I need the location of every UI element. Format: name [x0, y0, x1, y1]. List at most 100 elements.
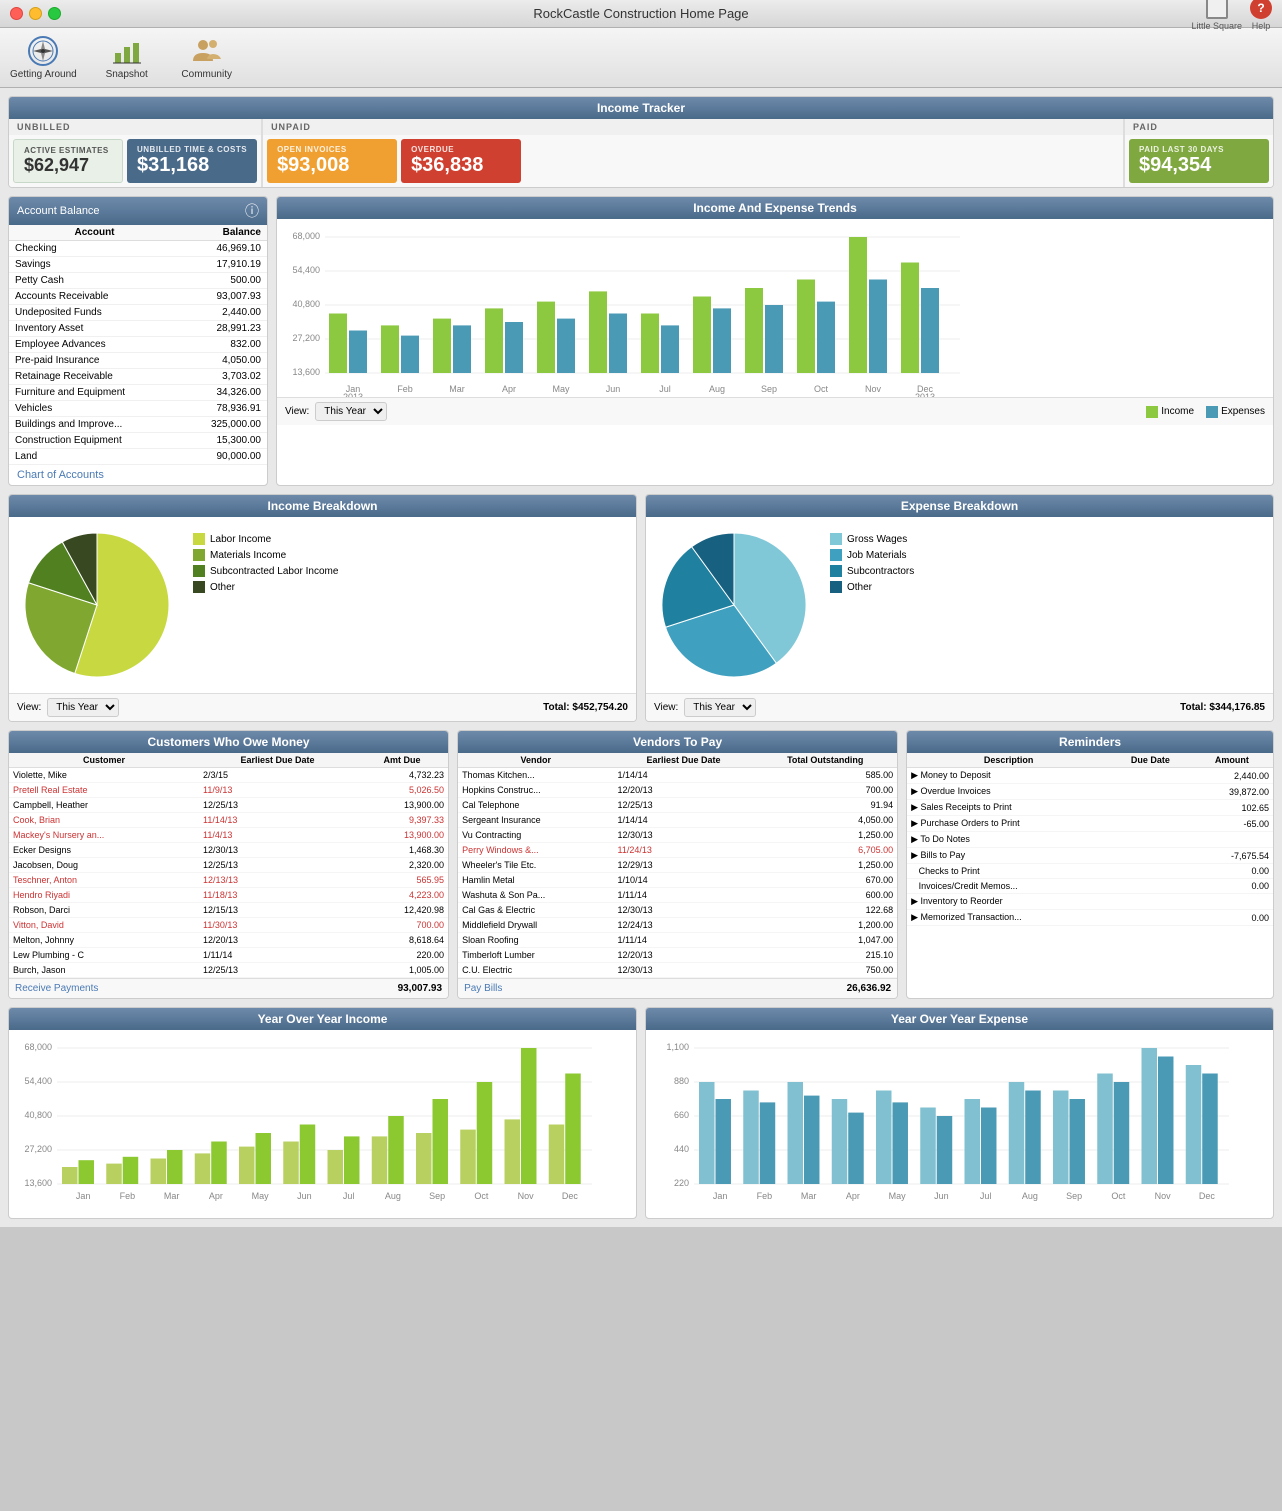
table-row[interactable]: Pretell Real Estate11/9/135,026.50 — [9, 783, 448, 798]
table-row[interactable]: Employee Advances832.00 — [9, 337, 267, 353]
customer-name: Violette, Mike — [9, 768, 199, 783]
table-row[interactable]: Robson, Darci12/15/1312,420.98 — [9, 903, 448, 918]
table-row[interactable]: Melton, Johnny12/20/138,618.64 — [9, 933, 448, 948]
minimize-button[interactable] — [29, 7, 42, 20]
overdue-card[interactable]: OVERDUE $36,838 — [401, 139, 521, 183]
table-row[interactable]: Furniture and Equipment34,326.00 — [9, 385, 267, 401]
vendor-date: 12/29/13 — [614, 858, 754, 873]
table-row[interactable]: Hendro Riyadi11/18/134,223.00 — [9, 888, 448, 903]
table-row[interactable]: Sergeant Insurance1/14/144,050.00 — [458, 813, 897, 828]
account-balance: 3,703.02 — [180, 369, 267, 385]
table-row[interactable]: Undeposited Funds2,440.00 — [9, 305, 267, 321]
table-row[interactable]: Hamlin Metal1/10/14670.00 — [458, 873, 897, 888]
customer-date: 12/15/13 — [199, 903, 356, 918]
table-row[interactable]: C.U. Electric12/30/13750.00 — [458, 963, 897, 978]
table-row[interactable]: Petty Cash500.00 — [9, 273, 267, 289]
trends-view-select[interactable]: This Year Last Year — [315, 402, 387, 421]
customer-date: 1/11/14 — [199, 948, 356, 963]
getting-around-button[interactable]: Getting Around — [10, 35, 77, 80]
legend-entry: Subcontracted Labor Income — [193, 565, 620, 577]
reminder-desc: ▶ Bills to Pay — [907, 848, 1110, 864]
trends-footer: View: This Year Last Year Income Expense… — [277, 397, 1273, 425]
table-row[interactable]: Washuta & Son Pa...1/11/14600.00 — [458, 888, 897, 903]
customers-header: Customers Who Owe Money — [9, 731, 448, 753]
bar-prev — [549, 1125, 564, 1185]
table-row[interactable]: Vitton, David11/30/13700.00 — [9, 918, 448, 933]
paid-last-card[interactable]: PAID LAST 30 DAYS $94,354 — [1129, 139, 1269, 183]
year-income-header: Year Over Year Income — [9, 1008, 636, 1030]
bar-prev — [372, 1136, 387, 1184]
community-button[interactable]: Community — [177, 35, 237, 80]
balance-col-header: Balance — [180, 225, 267, 241]
table-row[interactable]: Timberloft Lumber12/20/13215.10 — [458, 948, 897, 963]
overdue-label: OVERDUE — [411, 145, 511, 154]
table-row[interactable]: Lew Plumbing - C1/11/14220.00 — [9, 948, 448, 963]
legend-entry: Labor Income — [193, 533, 620, 545]
table-row[interactable]: Pre-paid Insurance4,050.00 — [9, 353, 267, 369]
little-square-button[interactable]: Little Square — [1191, 0, 1242, 31]
year-charts-row: Year Over Year Income 68,000 54,400 40,8… — [8, 1007, 1274, 1219]
income-view-select[interactable]: This Year — [47, 698, 119, 717]
receive-payments-link[interactable]: Receive Payments — [15, 983, 98, 994]
bar-curr — [255, 1133, 270, 1184]
table-row[interactable]: Inventory Asset28,991.23 — [9, 321, 267, 337]
unbilled-costs-card[interactable]: UNBILLED TIME & COSTS $31,168 — [127, 139, 257, 183]
customers-panel: Customers Who Owe Money Customer Earlies… — [8, 730, 449, 999]
table-row[interactable]: Teschner, Anton12/13/13565.95 — [9, 873, 448, 888]
table-row[interactable]: Cal Gas & Electric12/30/13122.68 — [458, 903, 897, 918]
open-invoices-card[interactable]: OPEN INVOICES $93,008 — [267, 139, 397, 183]
zoom-button[interactable] — [48, 7, 61, 20]
income-tracker-header: Income Tracker — [9, 97, 1273, 119]
table-row[interactable]: Thomas Kitchen...1/14/14585.00 — [458, 768, 897, 783]
table-row[interactable]: Construction Equipment15,300.00 — [9, 433, 267, 449]
close-button[interactable] — [10, 7, 23, 20]
svg-text:Oct: Oct — [814, 384, 829, 394]
year-income-svg: 68,000 54,400 40,800 27,200 13,600 JanFe… — [17, 1038, 597, 1208]
unbilled-costs-label: UNBILLED TIME & COSTS — [137, 145, 247, 154]
customer-amount: 9,397.33 — [356, 813, 448, 828]
vendor-name: Timberloft Lumber — [458, 948, 613, 963]
table-row[interactable]: Savings17,910.19 — [9, 257, 267, 273]
table-row[interactable]: Ecker Designs12/30/131,468.30 — [9, 843, 448, 858]
expenses-legend: Expenses — [1206, 406, 1265, 418]
legend-label: Subcontracted Labor Income — [210, 566, 338, 577]
table-row[interactable]: Vehicles78,936.91 — [9, 401, 267, 417]
table-row[interactable]: Perry Windows &...11/24/136,705.00 — [458, 843, 897, 858]
snapshot-button[interactable]: Snapshot — [97, 35, 157, 80]
vendor-date: 12/30/13 — [614, 903, 754, 918]
expense-breakdown-footer: View: This Year Total: $344,176.85 — [646, 693, 1273, 721]
chart-of-accounts-link[interactable]: Chart of Accounts — [9, 465, 267, 485]
customer-amount: 220.00 — [356, 948, 448, 963]
reminder-date — [1110, 894, 1191, 910]
bar-prev — [416, 1133, 431, 1184]
bar-prev — [1186, 1065, 1201, 1184]
table-row[interactable]: Violette, Mike2/3/154,732.23 — [9, 768, 448, 783]
help-button[interactable]: ? Help — [1250, 0, 1272, 31]
table-row[interactable]: Vu Contracting12/30/131,250.00 — [458, 828, 897, 843]
table-row[interactable]: Jacobsen, Doug12/25/132,320.00 — [9, 858, 448, 873]
pay-bills-link[interactable]: Pay Bills — [464, 983, 502, 994]
table-row[interactable]: Buildings and Improve...325,000.00 — [9, 417, 267, 433]
table-row[interactable]: Hopkins Construc...12/20/13700.00 — [458, 783, 897, 798]
paid-last-label: PAID LAST 30 DAYS — [1139, 145, 1259, 154]
table-row[interactable]: Burch, Jason12/25/131,005.00 — [9, 963, 448, 978]
vendor-amt-col: Total Outstanding — [753, 753, 897, 768]
income-tracker: Income Tracker UNBILLED ACTIVE ESTIMATES… — [8, 96, 1274, 188]
table-row[interactable]: Wheeler's Tile Etc.12/29/131,250.00 — [458, 858, 897, 873]
expense-view-select[interactable]: This Year — [684, 698, 756, 717]
table-row[interactable]: Mackey's Nursery an...11/4/1313,900.00 — [9, 828, 448, 843]
table-row[interactable]: Sloan Roofing1/11/141,047.00 — [458, 933, 897, 948]
table-row[interactable]: Land90,000.00 — [9, 449, 267, 465]
info-icon[interactable]: ⓘ — [245, 201, 259, 221]
table-row[interactable]: Cook, Brian11/14/139,397.33 — [9, 813, 448, 828]
legend-color-box — [830, 533, 842, 545]
table-row[interactable]: Campbell, Heather12/25/1313,900.00 — [9, 798, 448, 813]
bar-prev — [505, 1119, 520, 1184]
table-row[interactable]: Checking46,969.10 — [9, 241, 267, 257]
table-row[interactable]: Cal Telephone12/25/1391.94 — [458, 798, 897, 813]
bar-curr — [1114, 1082, 1129, 1184]
table-row[interactable]: Middlefield Drywall12/24/131,200.00 — [458, 918, 897, 933]
active-estimates-card[interactable]: ACTIVE ESTIMATES $62,947 — [13, 139, 123, 183]
table-row[interactable]: Accounts Receivable93,007.93 — [9, 289, 267, 305]
table-row[interactable]: Retainage Receivable3,703.02 — [9, 369, 267, 385]
